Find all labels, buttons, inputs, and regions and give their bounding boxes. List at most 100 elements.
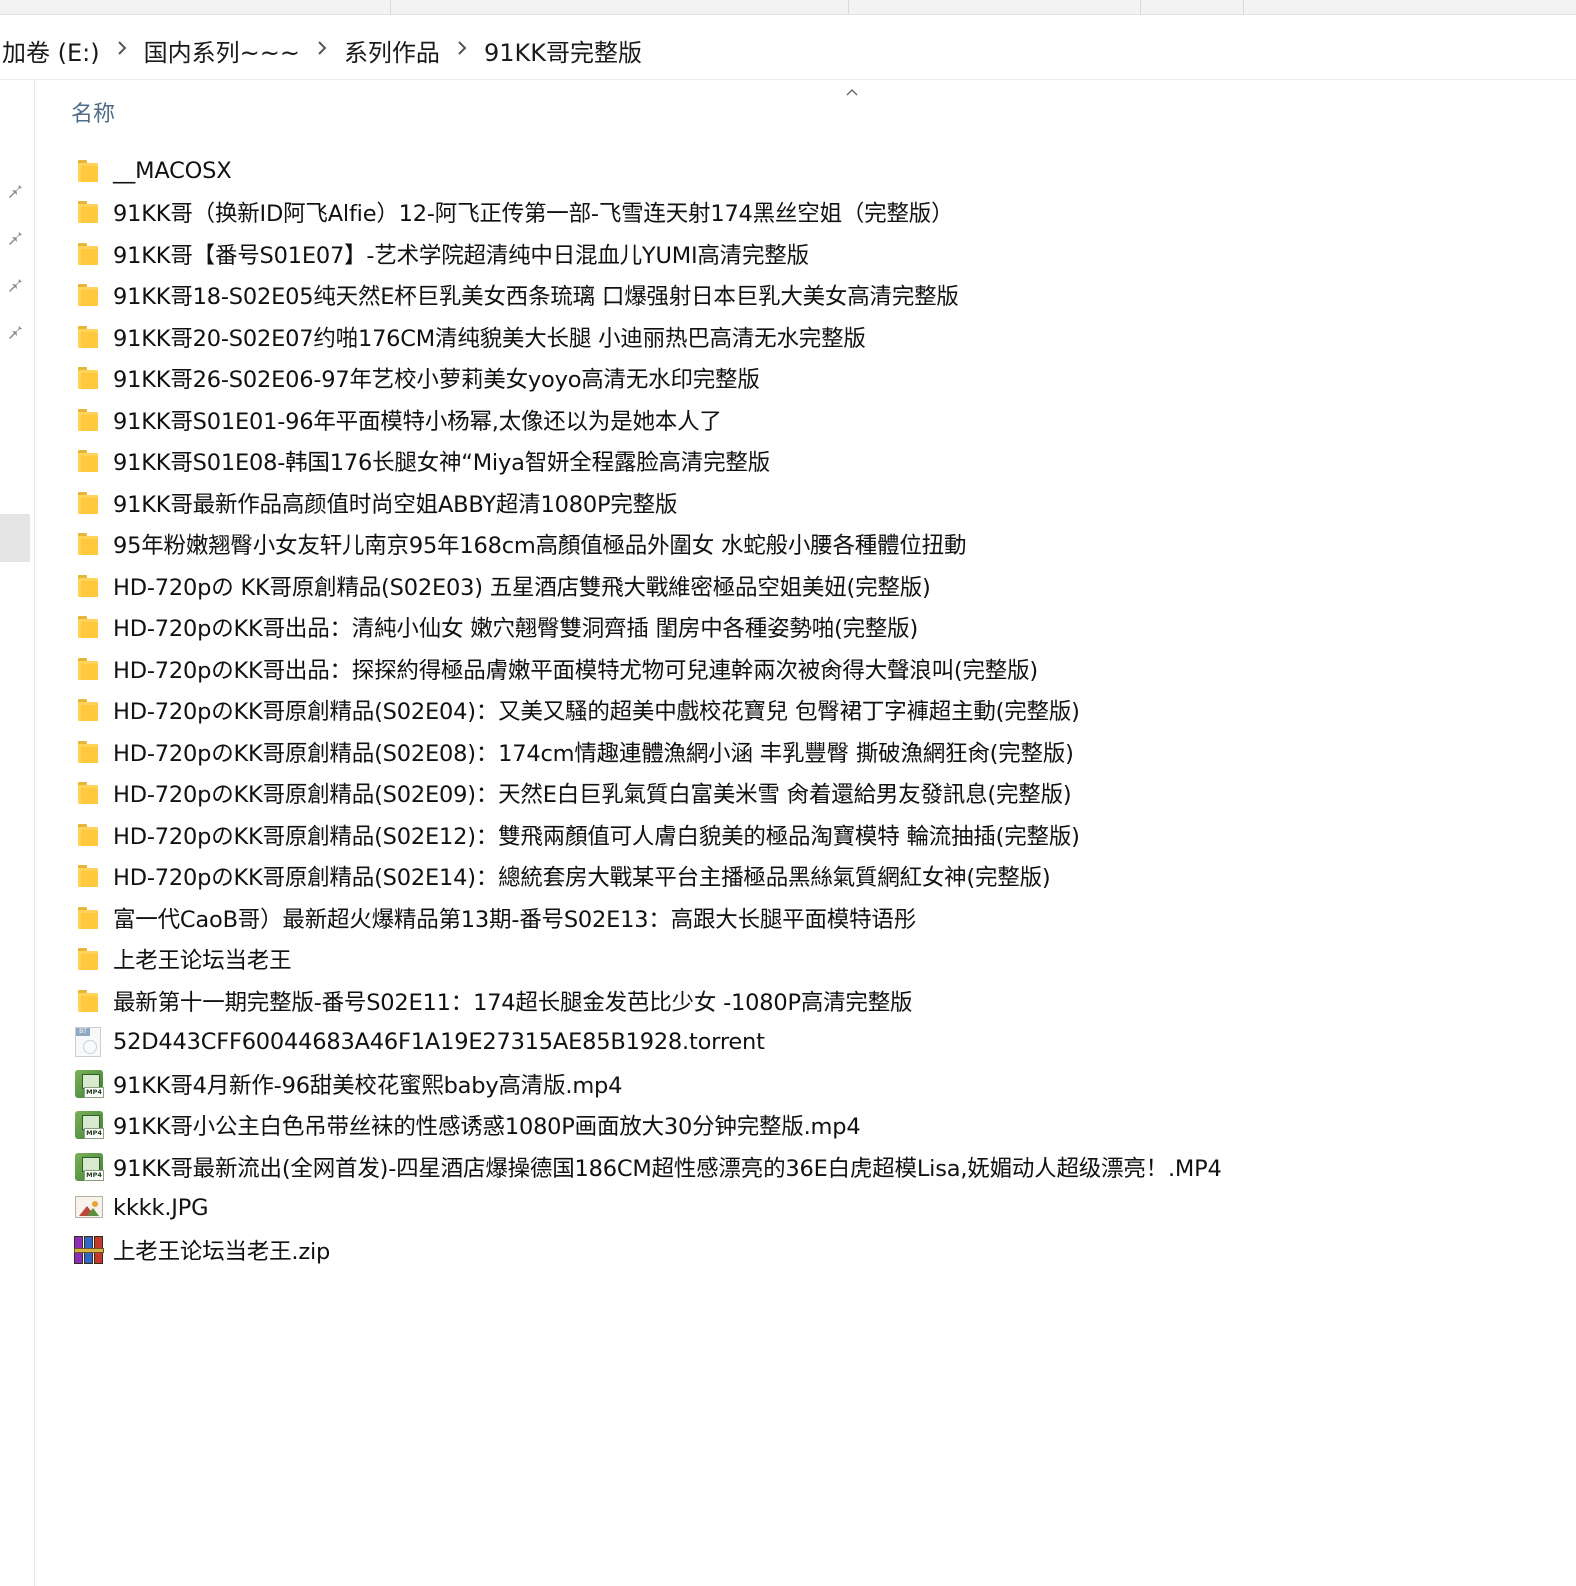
breadcrumb-item[interactable]: 91KK哥完整版 [482,33,644,68]
video-file-icon: MP4 [72,1110,106,1140]
file-row[interactable]: 上老王论坛当老王.zip [72,1229,1552,1271]
folder-row[interactable]: 上老王论坛当老王 [72,939,1552,981]
folder-icon [72,654,106,684]
folder-row[interactable]: HD-720pのKK哥原創精品(S02E09)：天然E白巨乳氣質白富美米雪 肏着… [72,773,1552,815]
folder-icon [72,405,106,435]
folder-icon [72,363,106,393]
folder-icon [72,737,106,767]
column-divider [1140,0,1141,14]
file-row[interactable]: BT 52D443CFF60044683A46F1A19E27315AE85B19… [72,1022,1552,1064]
torrent-file-icon: BT [72,1027,106,1058]
item-name: 91KK哥（换新ID阿飞Alfie）12-阿飞正传第一部-飞雪连天射174黑丝空… [113,201,954,228]
folder-row[interactable]: 91KK哥26-S02E06-97年艺校小萝莉美女yoyo高清无水印完整版 [72,358,1552,400]
item-name: 91KK哥26-S02E06-97年艺校小萝莉美女yoyo高清无水印完整版 [113,367,760,394]
folder-icon [72,986,106,1016]
column-divider [1243,0,1244,14]
item-name: 91KK哥小公主白色吊带丝袜的性感诱惑1080P画面放大30分钟完整版.mp4 [113,1114,861,1141]
item-name: 91KK哥S01E01-96年平面模特小杨幂,太像还以为是她本人了 [113,408,722,435]
item-name: 91KK哥最新流出(全网首发)-四星酒店爆操德国186CM超性感漂亮的36E白虎… [113,1155,1222,1182]
item-name: HD-720pのKK哥原創精品(S02E12)：雙飛兩顏值可人膚白貌美的極品淘寶… [113,823,1080,850]
folder-icon [72,156,106,186]
chevron-right-icon[interactable] [442,38,482,62]
item-name: 52D443CFF60044683A46F1A19E27315AE85B1928… [113,1029,765,1056]
folder-row[interactable]: 富一代CaoB哥）最新超火爆精品第13期-番号S02E13：高跟大长腿平面模特语… [72,897,1552,939]
archive-file-icon [72,1235,106,1265]
folder-row[interactable]: __MACOSX [72,150,1552,192]
folder-row[interactable]: 最新第十一期完整版-番号S02E11：174超长腿金发芭比少女 -1080P高清… [72,980,1552,1022]
folder-icon [72,280,106,310]
folder-icon [72,695,106,725]
column-divider [390,0,391,14]
folder-row[interactable]: HD-720pの KK哥原創精品(S02E03) 五星酒店雙飛大戰維密極品空姐美… [72,565,1552,607]
folder-icon [72,446,106,476]
item-name: HD-720pのKK哥原創精品(S02E09)：天然E白巨乳氣質白富美米雪 肏着… [113,782,1072,809]
file-row[interactable]: kkkk.JPG [72,1188,1552,1230]
folder-icon [72,612,106,642]
folder-row[interactable]: 91KK哥20-S02E07约啪176CM清纯貌美大长腿 小迪丽热巴高清无水完整… [72,316,1552,358]
file-row[interactable]: MP4 91KK哥小公主白色吊带丝袜的性感诱惑1080P画面放大30分钟完整版.m… [72,1105,1552,1147]
top-column-strip [0,0,1576,15]
folder-icon [72,197,106,227]
pin-icon[interactable] [4,321,26,343]
folder-icon [72,239,106,269]
folder-icon [72,778,106,808]
item-name: 91KK哥最新作品高颜值时尚空姐ABBY超清1080P完整版 [113,491,678,518]
folder-icon [72,944,106,974]
folder-icon [72,820,106,850]
breadcrumb-item[interactable]: 系列作品 [342,33,442,68]
chevron-right-icon[interactable] [302,38,342,62]
item-name: 91KK哥S01E08-韩国176长腿女神“Miya智妍全程露脸高清完整版 [113,450,770,477]
column-divider [848,0,849,14]
nav-selected-item[interactable] [0,514,30,562]
column-header-name[interactable]: 名称 [71,96,115,128]
folder-row[interactable]: HD-720pのKK哥原創精品(S02E08)：174cm情趣連體漁網小涵 丰乳… [72,731,1552,773]
item-name: 95年粉嫩翘臀小女友轩儿南京95年168cm高顏值極品外圍女 水蛇般小腰各種體位… [113,533,967,560]
image-file-icon [72,1193,106,1223]
folder-row[interactable]: HD-720pのKK哥原創精品(S02E04)：又美又騷的超美中戲校花寶兒 包臀… [72,690,1552,732]
navigation-pane[interactable] [0,80,35,1586]
file-list: __MACOSX 91KK哥（换新ID阿飞Alfie）12-阿飞正传第一部-飞雪连… [72,150,1552,1271]
chevron-up-icon[interactable] [840,84,864,100]
folder-icon [72,571,106,601]
item-name: 富一代CaoB哥）最新超火爆精品第13期-番号S02E13：高跟大长腿平面模特语… [113,906,917,933]
folder-row[interactable]: 95年粉嫩翘臀小女友轩儿南京95年168cm高顏值極品外圍女 水蛇般小腰各種體位… [72,524,1552,566]
pin-icon[interactable] [4,227,26,249]
folder-icon [72,861,106,891]
folder-icon [72,529,106,559]
folder-row[interactable]: 91KK哥最新作品高颜值时尚空姐ABBY超清1080P完整版 [72,482,1552,524]
item-name: __MACOSX [113,157,232,184]
item-name: HD-720pのKK哥原創精品(S02E04)：又美又騷的超美中戲校花寶兒 包臀… [113,699,1080,726]
folder-row[interactable]: 91KK哥S01E08-韩国176长腿女神“Miya智妍全程露脸高清完整版 [72,441,1552,483]
item-name: 上老王论坛当老王 [113,948,292,975]
item-name: 91KK哥4月新作-96甜美校花蜜熙baby高清版.mp4 [113,1072,623,1099]
folder-row[interactable]: HD-720pのKK哥原創精品(S02E12)：雙飛兩顏值可人膚白貌美的極品淘寶… [72,814,1552,856]
video-file-icon: MP4 [72,1152,106,1182]
folder-row[interactable]: 91KK哥18-S02E05纯天然E杯巨乳美女西条琉璃 口爆强射日本巨乳大美女高… [72,275,1552,317]
item-name: 91KK哥【番号S01E07】-艺术学院超清纯中日混血儿YUMI高清完整版 [113,242,809,269]
pin-icon[interactable] [4,180,26,202]
folder-row[interactable]: 91KK哥S01E01-96年平面模特小杨幂,太像还以为是她本人了 [72,399,1552,441]
item-name: 91KK哥18-S02E05纯天然E杯巨乳美女西条琉璃 口爆强射日本巨乳大美女高… [113,284,959,311]
folder-row[interactable]: HD-720pのKK哥出品：清純小仙女 嫩穴翹臀雙洞齊插 閨房中各種姿勢啪(完整… [72,607,1552,649]
folder-row[interactable]: HD-720pのKK哥原創精品(S02E14)：總統套房大戰某平台主播極品黑絲氣… [72,856,1552,898]
breadcrumb: 加卷 (E:) 国内系列~~~ 系列作品 91KK哥完整版 [0,22,644,78]
item-name: 上老王论坛当老王.zip [113,1238,331,1265]
item-name: 最新第十一期完整版-番号S02E11：174超长腿金发芭比少女 -1080P高清… [113,989,913,1016]
chevron-right-icon[interactable] [102,38,142,62]
folder-row[interactable]: 91KK哥【番号S01E07】-艺术学院超清纯中日混血儿YUMI高清完整版 [72,233,1552,275]
breadcrumb-item[interactable]: 国内系列~~~ [142,33,302,68]
address-divider [0,79,1576,80]
pin-icon[interactable] [4,274,26,296]
folder-row[interactable]: 91KK哥（换新ID阿飞Alfie）12-阿飞正传第一部-飞雪连天射174黑丝空… [72,192,1552,234]
folder-icon [72,488,106,518]
folder-row[interactable]: HD-720pのKK哥出品：探探約得極品膚嫩平面模特尤物可兒連幹兩次被肏得大聲浪… [72,648,1552,690]
folder-icon [72,322,106,352]
video-file-icon: MP4 [72,1069,106,1099]
item-name: HD-720pのKK哥原創精品(S02E08)：174cm情趣連體漁網小涵 丰乳… [113,740,1074,767]
item-name: 91KK哥20-S02E07约啪176CM清纯貌美大长腿 小迪丽热巴高清无水完整… [113,325,866,352]
file-row[interactable]: MP4 91KK哥4月新作-96甜美校花蜜熙baby高清版.mp4 [72,1063,1552,1105]
file-row[interactable]: MP4 91KK哥最新流出(全网首发)-四星酒店爆操德国186CM超性感漂亮的36… [72,1146,1552,1188]
item-name: HD-720pの KK哥原創精品(S02E03) 五星酒店雙飛大戰維密極品空姐美… [113,574,931,601]
item-name: kkkk.JPG [113,1195,209,1222]
breadcrumb-item[interactable]: 加卷 (E:) [0,33,102,68]
